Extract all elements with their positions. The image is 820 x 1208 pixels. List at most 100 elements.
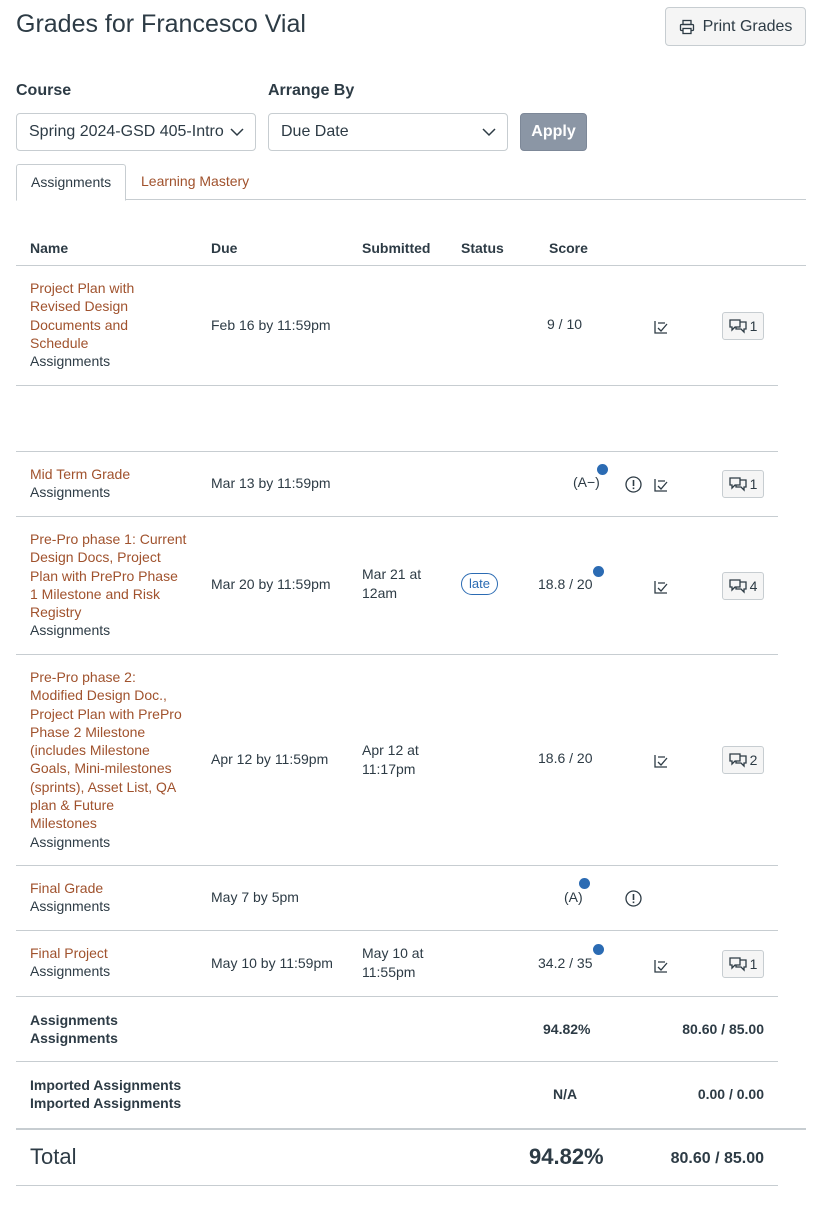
- warning-icon[interactable]: [625, 476, 642, 493]
- due-date: May 7 by 5pm: [211, 889, 299, 905]
- comment-icon: [728, 477, 747, 492]
- group-name: Assignments: [30, 1012, 118, 1028]
- table-row: Project Plan with Revised Design Documen…: [16, 266, 778, 386]
- unread-dot-icon: [593, 566, 604, 577]
- group-name: Imported Assignments: [30, 1077, 182, 1093]
- apply-button[interactable]: Apply: [520, 113, 587, 151]
- group-name: Assignments: [30, 1030, 118, 1046]
- assignment-name-line: plan & Future: [30, 797, 115, 814]
- table-row-empty: [16, 386, 778, 452]
- due-date: Mar 20 by 11:59pm: [211, 576, 331, 592]
- score: (A): [564, 889, 583, 905]
- unread-dot-icon: [593, 944, 604, 955]
- assignment-name-line: Modified Design Doc.,: [30, 687, 167, 704]
- printer-icon: [679, 19, 694, 34]
- rubric-icon[interactable]: [653, 319, 669, 335]
- assignment-name-line: Documents and: [30, 316, 129, 333]
- submitted-line: 11:17pm: [362, 761, 416, 777]
- rubric-icon[interactable]: [653, 477, 669, 493]
- assignment-link[interactable]: Pre-Pro phase 2: Modified Design Doc., P…: [30, 668, 182, 833]
- assignment-name-line: Schedule: [30, 334, 89, 351]
- assignment-name-line: Project Plan with PrePro: [30, 705, 182, 722]
- assignment-name-line: Project Plan with: [30, 280, 135, 296]
- assignment-name-line: Pre-Pro phase 1: Current: [30, 531, 187, 547]
- comment-button[interactable]: 2: [722, 746, 764, 774]
- course-select[interactable]: Spring 2024-GSD 405-Intro: [16, 113, 256, 151]
- print-grades-label: Print Grades: [702, 17, 793, 35]
- assignment-group: Assignments: [30, 898, 111, 915]
- assignment-name-line: Revised Design: [30, 298, 129, 315]
- group-percent: 94.82%: [543, 1021, 591, 1037]
- score: 18.6 / 20: [538, 750, 593, 766]
- assignment-name-line: (sprints), Asset List, QA: [30, 778, 177, 795]
- assignment-link[interactable]: Pre-Pro phase 1: Current Design Docs, Pr…: [30, 530, 186, 621]
- course-label: Course: [16, 82, 72, 99]
- group-total-row: Assignments Assignments 94.82% 80.60 / 8…: [16, 997, 778, 1062]
- header-score: Score: [549, 240, 588, 256]
- tab-learning-mastery[interactable]: Learning Mastery: [127, 164, 263, 200]
- arrange-by-select-value: Due Date: [281, 123, 349, 140]
- table-row: Pre-Pro phase 1: Current Design Docs, Pr…: [16, 517, 778, 655]
- unread-dot-icon: [579, 878, 590, 889]
- group-percent: N/A: [553, 1086, 578, 1102]
- total-label: Total: [30, 1144, 77, 1169]
- submitted-line: Mar 21 at: [362, 566, 422, 582]
- due-date: Mar 13 by 11:59pm: [211, 475, 331, 491]
- submitted-line: May 10 at: [362, 945, 424, 961]
- assignment-name-line: Milestones: [30, 815, 97, 832]
- comment-button[interactable]: 1: [722, 312, 764, 340]
- comment-button[interactable]: 4: [722, 572, 764, 600]
- assignment-name-line: Plan with PrePro Phase: [30, 567, 178, 584]
- comment-icon: [728, 319, 747, 334]
- table-bottom-border: [16, 1185, 778, 1186]
- assignment-group: Assignments: [30, 484, 111, 501]
- header-submitted: Submitted: [362, 240, 431, 256]
- score: 34.2 / 35: [538, 955, 593, 971]
- score: 18.8 / 20: [538, 576, 593, 592]
- table-row: Final Project Assignments May 10 by 11:5…: [16, 931, 778, 997]
- submitted-date: May 10 at 11:55pm: [362, 944, 423, 982]
- comment-count: 1: [749, 318, 758, 334]
- header-status: Status: [461, 240, 504, 256]
- comment-count: 4: [749, 578, 758, 594]
- course-select-value: Spring 2024-GSD 405-Intro: [29, 123, 224, 140]
- tab-assignments[interactable]: Assignments: [16, 164, 127, 201]
- assignment-group: Assignments: [30, 622, 111, 639]
- comment-count: 1: [749, 956, 758, 972]
- total-row: Total 94.82% 80.60 / 85.00: [16, 1128, 806, 1186]
- warning-icon[interactable]: [625, 890, 642, 907]
- group-name: Imported Assignments: [30, 1095, 182, 1111]
- due-date: Apr 12 by 11:59pm: [211, 751, 329, 767]
- assignment-link[interactable]: Final Grade: [30, 879, 110, 897]
- rubric-icon[interactable]: [653, 958, 669, 974]
- rubric-icon[interactable]: [653, 579, 669, 595]
- submitted-date: Apr 12 at 11:17pm: [362, 741, 419, 779]
- assignment-link[interactable]: Final Project: [30, 944, 110, 962]
- grades-tabs: Assignments Learning Mastery: [16, 164, 806, 201]
- assignment-name-line: Design Docs, Project: [30, 549, 161, 566]
- arrange-by-select[interactable]: Due Date: [268, 113, 508, 151]
- unread-dot-icon: [597, 464, 608, 475]
- table-row: Pre-Pro phase 2: Modified Design Doc., P…: [16, 655, 778, 866]
- assignment-link[interactable]: Project Plan with Revised Design Documen…: [30, 279, 134, 352]
- assignment-name-line: Goals, Mini-milestones: [30, 760, 172, 777]
- comment-button[interactable]: 1: [722, 470, 764, 498]
- submitted-line: 12am: [362, 585, 398, 601]
- comment-count: 2: [749, 752, 758, 768]
- print-grades-button[interactable]: Print Grades: [665, 7, 806, 46]
- arrange-by-label: Arrange By: [268, 82, 355, 99]
- total-points: 80.60 / 85.00: [670, 1150, 764, 1167]
- assignment-link[interactable]: Mid Term Grade: [30, 465, 130, 483]
- total-percent: 94.82%: [529, 1144, 604, 1169]
- score: 9 / 10: [547, 316, 583, 332]
- assignment-name-line: Phase 2 Milestone: [30, 723, 146, 740]
- rubric-icon[interactable]: [653, 753, 669, 769]
- table-row: Mid Term Grade Assignments Mar 13 by 11:…: [16, 452, 778, 517]
- due-date: Feb 16 by 11:59pm: [211, 317, 331, 333]
- group-total-row: Imported Assignments Imported Assignment…: [16, 1062, 778, 1128]
- comment-icon: [728, 957, 747, 972]
- group-points: 0.00 / 0.00: [697, 1086, 764, 1102]
- submitted-line: Apr 12 at: [362, 742, 419, 758]
- assignment-name-line: (includes Milestone: [30, 742, 150, 759]
- comment-button[interactable]: 1: [722, 950, 764, 978]
